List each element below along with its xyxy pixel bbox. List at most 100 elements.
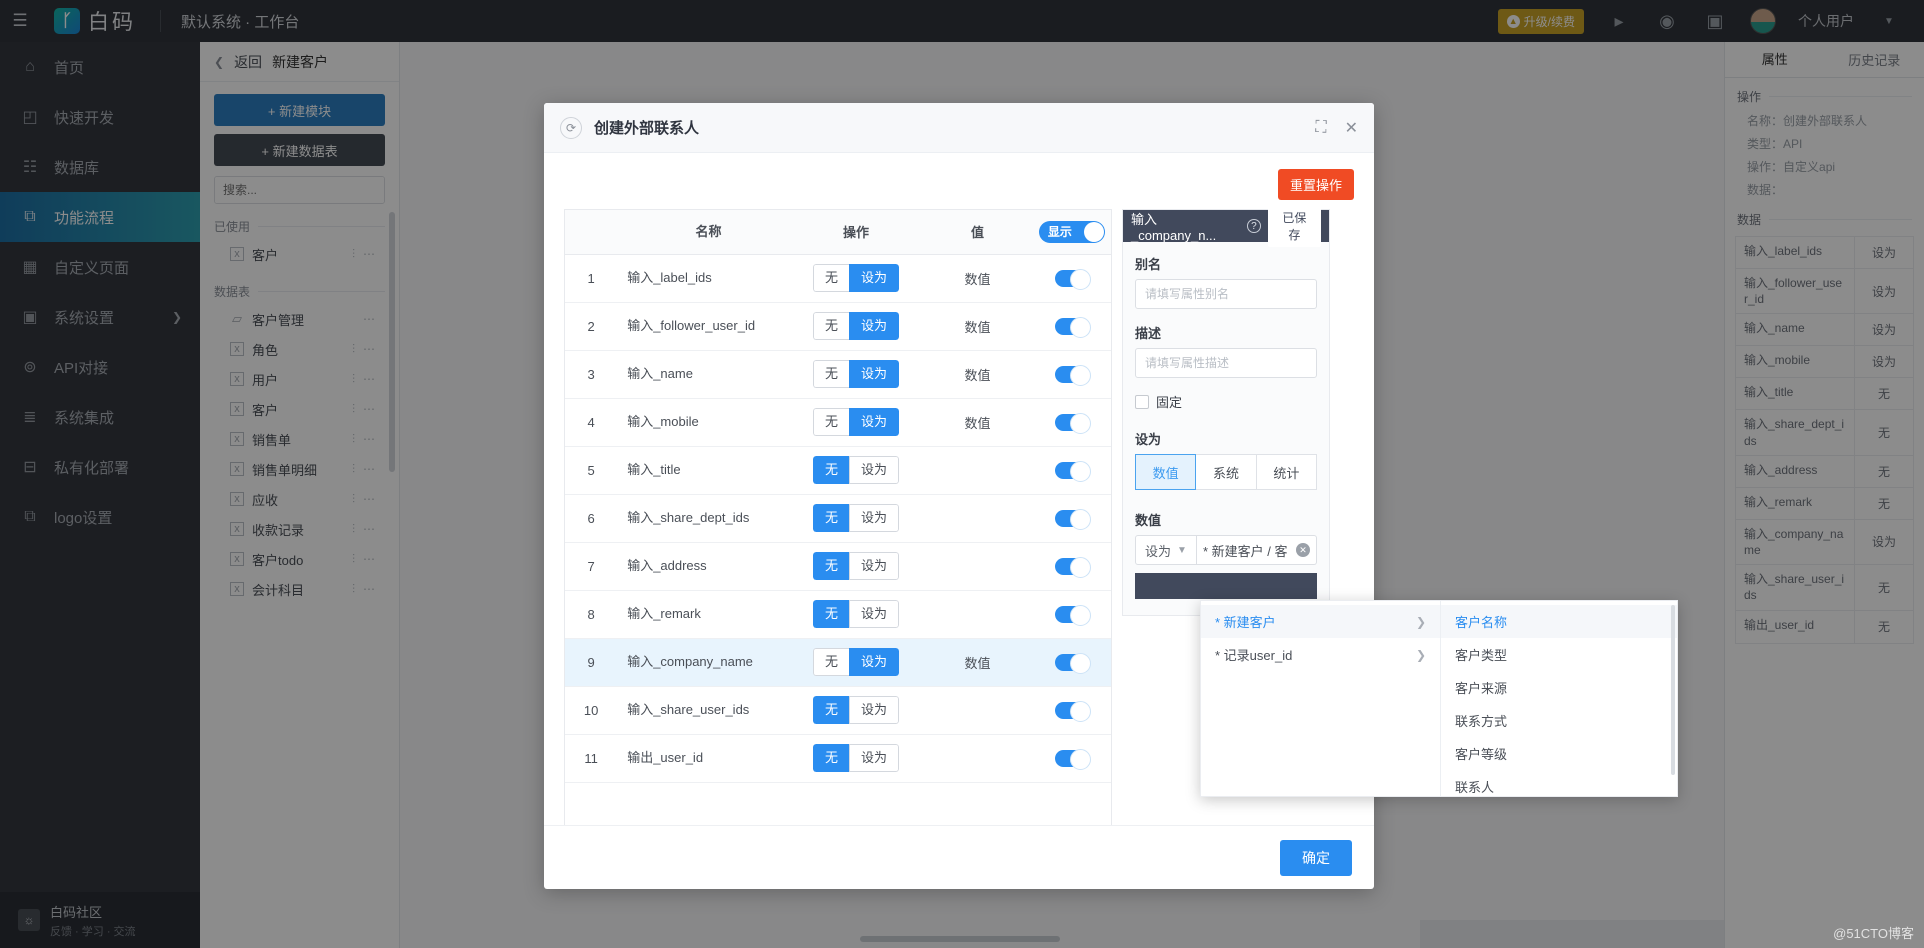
row-show-cell[interactable]	[1032, 398, 1111, 447]
row-show-cell[interactable]	[1032, 734, 1111, 783]
row-show-cell[interactable]	[1032, 254, 1111, 303]
dropdown-right-item[interactable]: 客户类型	[1441, 638, 1677, 671]
dropdown-right-item[interactable]: 客户名称	[1441, 605, 1677, 638]
table-row[interactable]: 3 输入_name 无设为 数值	[565, 350, 1111, 399]
table-row[interactable]: 11 输出_user_id 无设为	[565, 734, 1111, 783]
operation-segmented[interactable]: 无设为	[813, 456, 900, 484]
row-show-cell[interactable]	[1032, 686, 1111, 735]
show-toggle[interactable]	[1054, 556, 1091, 578]
op-option-set[interactable]: 设为	[849, 456, 900, 484]
operation-segmented[interactable]: 无设为	[813, 744, 900, 772]
row-operation[interactable]: 无设为	[789, 398, 923, 447]
table-row[interactable]: 5 输入_title 无设为	[565, 446, 1111, 495]
op-option-none[interactable]: 无	[813, 648, 850, 676]
operation-segmented[interactable]: 无设为	[813, 696, 900, 724]
confirm-button[interactable]: 确定	[1280, 839, 1352, 876]
dropdown-right-item[interactable]: 客户等级	[1441, 737, 1677, 770]
op-option-set[interactable]: 设为	[849, 744, 900, 772]
show-toggle[interactable]	[1054, 508, 1091, 530]
show-all-toggle[interactable]: 显示	[1038, 220, 1105, 243]
table-row[interactable]: 7 输入_address 无设为	[565, 542, 1111, 591]
table-row[interactable]: 4 输入_mobile 无设为 数值	[565, 398, 1111, 447]
row-show-cell[interactable]	[1032, 494, 1111, 543]
expand-icon[interactable]: ⛶	[1315, 119, 1326, 137]
table-row[interactable]: 9 输入_company_name 无设为 数值	[565, 638, 1111, 687]
show-toggle[interactable]	[1054, 748, 1091, 770]
dropdown-left-item[interactable]: * 记录user_id ❯	[1201, 638, 1440, 671]
op-option-none[interactable]: 无	[813, 504, 850, 532]
op-option-none[interactable]: 无	[813, 264, 850, 292]
row-show-cell[interactable]	[1032, 638, 1111, 687]
row-operation[interactable]: 无设为	[789, 494, 923, 543]
show-toggle[interactable]	[1054, 316, 1091, 338]
op-option-none[interactable]: 无	[813, 552, 850, 580]
op-option-set[interactable]: 设为	[849, 552, 900, 580]
operation-segmented[interactable]: 无设为	[813, 264, 900, 292]
dropdown-right-item[interactable]: 联系方式	[1441, 704, 1677, 737]
op-option-set[interactable]: 设为	[849, 696, 900, 724]
show-toggle[interactable]	[1054, 604, 1091, 626]
operation-segmented[interactable]: 无设为	[813, 648, 900, 676]
row-operation[interactable]: 无设为	[789, 302, 923, 351]
row-operation[interactable]: 无设为	[789, 446, 923, 495]
fixed-checkbox[interactable]: 固定	[1135, 392, 1317, 411]
description-input[interactable]	[1135, 348, 1317, 378]
op-option-set[interactable]: 设为	[849, 360, 900, 388]
table-row[interactable]: 10 输入_share_user_ids 无设为	[565, 686, 1111, 735]
clear-icon[interactable]: ✕	[1296, 543, 1310, 557]
row-operation[interactable]: 无设为	[789, 734, 923, 783]
op-option-none[interactable]: 无	[813, 360, 850, 388]
close-icon[interactable]: ✕	[1345, 118, 1358, 138]
op-option-none[interactable]: 无	[813, 312, 850, 340]
question-icon[interactable]: ?	[1246, 219, 1261, 233]
operation-segmented[interactable]: 无设为	[813, 360, 900, 388]
row-operation[interactable]: 无设为	[789, 254, 923, 303]
saved-button[interactable]: 已保存	[1267, 205, 1321, 247]
value-operator-select[interactable]: 设为 ▼	[1135, 535, 1197, 565]
show-toggle[interactable]	[1054, 460, 1091, 482]
op-option-none[interactable]: 无	[813, 696, 850, 724]
row-operation[interactable]: 无设为	[789, 350, 923, 399]
operation-segmented[interactable]: 无设为	[813, 408, 900, 436]
op-option-none[interactable]: 无	[813, 600, 850, 628]
row-operation[interactable]: 无设为	[789, 542, 923, 591]
op-option-none[interactable]: 无	[813, 456, 850, 484]
show-toggle[interactable]	[1054, 700, 1091, 722]
setas-tab-0[interactable]: 数值	[1135, 454, 1197, 490]
op-option-set[interactable]: 设为	[849, 264, 900, 292]
dropdown-left-item[interactable]: * 新建客户 ❯	[1201, 605, 1440, 638]
op-option-none[interactable]: 无	[813, 408, 850, 436]
row-operation[interactable]: 无设为	[789, 638, 923, 687]
table-row[interactable]: 2 输入_follower_user_id 无设为 数值	[565, 302, 1111, 351]
value-field[interactable]: * 新建客户 / 客 ✕	[1197, 535, 1317, 565]
dropdown-right-item[interactable]: 客户来源	[1441, 671, 1677, 704]
reset-operation-button[interactable]: 重置操作	[1277, 169, 1354, 200]
op-option-set[interactable]: 设为	[849, 600, 900, 628]
op-option-set[interactable]: 设为	[849, 408, 900, 436]
dropdown-right-item[interactable]: 联系人	[1441, 770, 1677, 796]
checkbox-box[interactable]	[1135, 394, 1149, 409]
row-show-cell[interactable]	[1032, 590, 1111, 639]
operation-segmented[interactable]: 无设为	[813, 552, 900, 580]
row-show-cell[interactable]	[1032, 302, 1111, 351]
op-option-set[interactable]: 设为	[849, 312, 900, 340]
setas-tab-2[interactable]: 统计	[1256, 454, 1317, 490]
table-row[interactable]: 8 输入_remark 无设为	[565, 590, 1111, 639]
table-row[interactable]: 6 输入_share_dept_ids 无设为	[565, 494, 1111, 543]
op-option-none[interactable]: 无	[813, 744, 850, 772]
show-toggle[interactable]	[1054, 652, 1091, 674]
row-operation[interactable]: 无设为	[789, 686, 923, 735]
operation-segmented[interactable]: 无设为	[813, 504, 900, 532]
dropdown-scrollbar[interactable]	[1671, 605, 1675, 775]
operation-segmented[interactable]: 无设为	[813, 312, 900, 340]
show-toggle[interactable]	[1054, 268, 1091, 290]
row-show-cell[interactable]	[1032, 350, 1111, 399]
row-show-cell[interactable]	[1032, 446, 1111, 495]
row-operation[interactable]: 无设为	[789, 590, 923, 639]
show-toggle[interactable]	[1054, 364, 1091, 386]
show-toggle[interactable]	[1054, 412, 1091, 434]
operation-segmented[interactable]: 无设为	[813, 600, 900, 628]
alias-input[interactable]	[1135, 279, 1317, 309]
row-show-cell[interactable]	[1032, 542, 1111, 591]
setas-tab-1[interactable]: 系统	[1196, 454, 1257, 490]
